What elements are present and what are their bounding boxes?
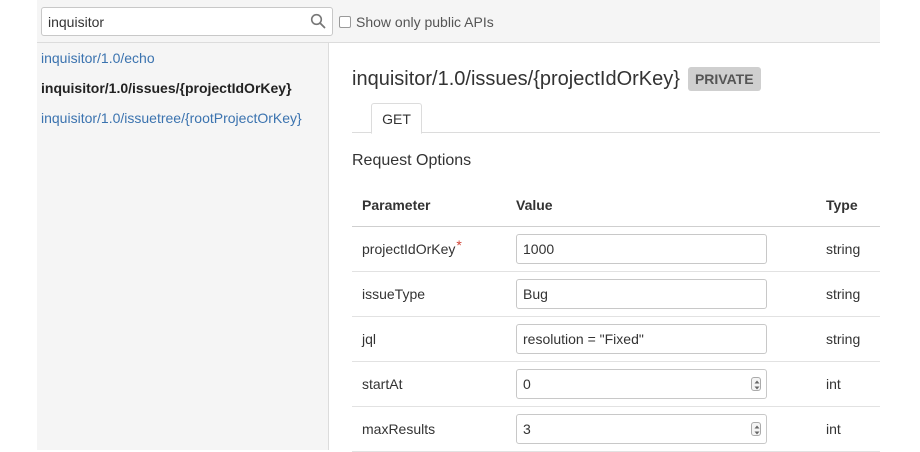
param-type: string	[826, 286, 861, 302]
sidebar-item-issues[interactable]: inquisitor/1.0/issues/{projectIdOrKey}	[41, 80, 292, 96]
param-name: startAt	[362, 376, 403, 392]
main-panel: inquisitor/1.0/issues/{projectIdOrKey} P…	[330, 43, 880, 452]
top-toolbar: Show only public APIs	[37, 0, 880, 43]
table-header: Parameter Value Type	[352, 183, 880, 227]
page-title: inquisitor/1.0/issues/{projectIdOrKey}	[352, 67, 680, 90]
spinner-arrows-icon[interactable]	[751, 422, 761, 436]
table-row: jql string	[352, 317, 880, 362]
param-value-cell	[516, 317, 767, 361]
param-value-cell	[516, 407, 767, 451]
projectidorkey-input[interactable]	[516, 234, 767, 264]
search-input[interactable]	[42, 8, 302, 35]
header-type: Type	[826, 196, 858, 213]
startat-input[interactable]	[516, 369, 767, 399]
param-value-cell	[516, 362, 767, 406]
param-name: issueType	[362, 286, 426, 302]
param-type: string	[826, 331, 861, 347]
tab-get[interactable]: GET	[371, 103, 422, 134]
title-row: inquisitor/1.0/issues/{projectIdOrKey} P…	[352, 67, 761, 91]
header-value: Value	[516, 196, 553, 213]
table-row: maxResults int	[352, 407, 880, 452]
search-icon[interactable]	[310, 13, 326, 29]
param-value-cell	[516, 272, 767, 316]
sidebar: inquisitor/1.0/echo inquisitor/1.0/issue…	[37, 43, 329, 450]
param-name: projectIdOrKey *	[362, 227, 462, 271]
header-parameter: Parameter	[362, 196, 431, 213]
param-type: int	[826, 421, 841, 437]
tabs-divider	[352, 132, 880, 133]
startat-field	[516, 369, 767, 399]
api-browser: Show only public APIs inquisitor/1.0/ech…	[37, 0, 880, 452]
param-type: int	[826, 376, 841, 392]
param-name: maxResults	[362, 421, 436, 437]
issuetype-input[interactable]	[516, 279, 767, 309]
public-apis-toggle[interactable]: Show only public APIs	[339, 13, 494, 31]
public-apis-label: Show only public APIs	[356, 14, 494, 30]
public-apis-checkbox[interactable]	[339, 16, 351, 28]
table-row: startAt int	[352, 362, 880, 407]
table-row: issueType string	[352, 272, 880, 317]
sidebar-item-issuetree[interactable]: inquisitor/1.0/issuetree/{rootProjectOrK…	[41, 110, 302, 126]
section-title: Request Options	[352, 152, 472, 169]
param-name: jql	[362, 331, 377, 347]
spinner-arrows-icon[interactable]	[751, 377, 761, 391]
search-box[interactable]	[41, 7, 333, 36]
table-row: projectIdOrKey* string	[352, 227, 880, 272]
param-type: string	[826, 241, 861, 257]
private-badge: PRIVATE	[687, 67, 761, 91]
maxresults-input[interactable]	[516, 414, 767, 444]
maxresults-field	[516, 414, 767, 444]
param-value-cell	[516, 227, 767, 271]
required-marker: *	[456, 237, 462, 253]
jql-input[interactable]	[516, 324, 767, 354]
params-table: Parameter Value Type projectIdOrKey* str…	[352, 183, 880, 452]
param-name-text: projectIdOrKey	[362, 241, 456, 257]
sidebar-item-echo[interactable]: inquisitor/1.0/echo	[41, 50, 155, 66]
